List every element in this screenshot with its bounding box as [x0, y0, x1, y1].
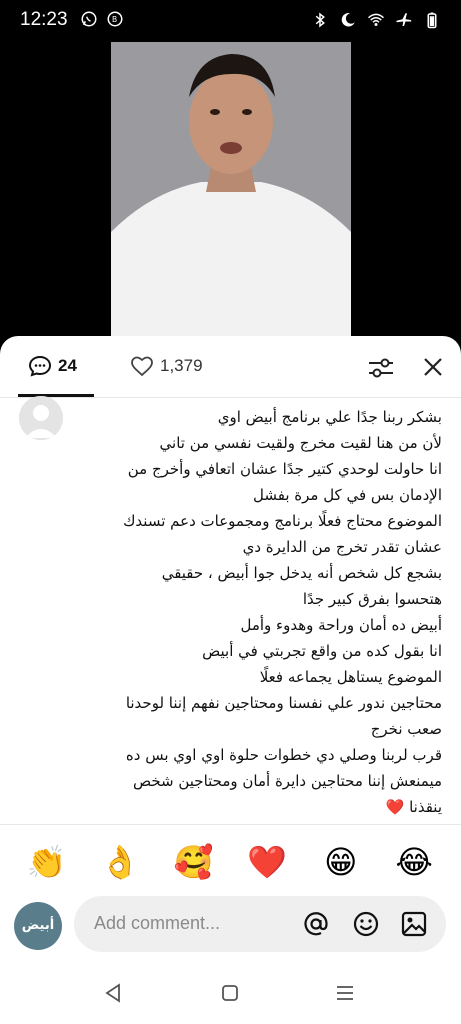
commenter-avatar[interactable] [19, 396, 63, 440]
comment-line: انا حاولت لوحدي كتير جدًا عشان اتعافي وأ… [127, 460, 442, 478]
do-not-disturb-icon [341, 13, 355, 27]
recents-icon[interactable] [334, 982, 356, 1004]
tab-comments[interactable]: 24 [28, 354, 77, 378]
comment-line: ينقذنا ❤️ [385, 798, 442, 816]
comment-line: أبيض ده أمان وراحة وهدوء وأمل [240, 616, 442, 634]
comment-line: الإدمان بس في كل مرة بفشل [252, 486, 442, 504]
comment-line: محتاجين ندور علي نفسنا ومحتاجين نفهم إنن… [125, 694, 442, 712]
heart-outline-icon [131, 356, 153, 377]
comment-line: انا بقول كده من واقع تجربتي في أبيض [202, 642, 442, 660]
tab-likes[interactable]: 1,379 [130, 354, 203, 378]
battery-icon [427, 12, 437, 29]
bluetooth-icon [315, 12, 325, 28]
whatsapp-business-icon: B [107, 11, 123, 27]
mention-icon[interactable] [302, 910, 330, 938]
quick-reactions: 👏 👌 🥰 ❤️ 😁 😂 [0, 838, 461, 886]
comment-line: ميمنعش إننا محتاجين دايرة أمان ومحتاجين … [132, 772, 442, 790]
comment-count: 24 [58, 356, 77, 375]
whatsapp-icon [81, 11, 97, 27]
comment-text: بشكر ربنا جدًا علي برنامج أبيض اوي لأن م… [70, 404, 442, 820]
comment-item: بشكر ربنا جدًا علي برنامج أبيض اوي لأن م… [0, 396, 461, 820]
svg-text:B: B [112, 15, 117, 24]
default-avatar-icon [19, 396, 63, 440]
close-icon[interactable] [420, 354, 446, 380]
reaction-tears-of-joy[interactable]: 😂 [390, 838, 438, 886]
reaction-ok-hand[interactable]: 👌 [96, 838, 144, 886]
comment-bubble-icon [28, 355, 52, 377]
status-bar: 12:23 B [0, 0, 461, 42]
comments-sheet: 24 1,379 بشكر ربنا جدًا علي برنامج أبيض … [0, 336, 461, 1024]
reaction-smiling-hearts[interactable]: 🥰 [170, 838, 218, 886]
reaction-grinning[interactable]: 😁 [317, 838, 365, 886]
airplane-icon [396, 13, 412, 26]
comment-line: بشجع كل شخص أنه يدخل جوا أبيض ، حقيقي [161, 564, 442, 582]
my-avatar[interactable]: أبيض [14, 902, 62, 950]
comment-input-placeholder[interactable]: Add comment... [94, 913, 220, 934]
status-time: 12:23 [20, 9, 68, 30]
video-frame[interactable] [111, 42, 351, 342]
comment-line: صعب نخرج [370, 720, 442, 738]
image-icon[interactable] [400, 910, 428, 938]
comment-line: عشان تقدر تخرج من الدايرة دي [242, 538, 442, 556]
comment-line: هتحسوا بفرق كبير جدًا [302, 590, 442, 608]
filter-icon[interactable] [366, 354, 396, 382]
reaction-red-heart[interactable]: ❤️ [243, 838, 291, 886]
like-count: 1,379 [160, 356, 203, 375]
comment-line: الموضوع يستاهل يجماعه فعلًا [259, 668, 442, 686]
home-icon[interactable] [219, 982, 241, 1004]
comments-header: 24 1,379 [0, 336, 461, 398]
comment-line: قرب لربنا وصلي دي خطوات حلوة اوي اوي بس … [125, 746, 442, 764]
wifi-icon [367, 13, 385, 26]
comment-line: الموضوع محتاج فعلًا برنامج ومجموعات دعم … [123, 512, 442, 530]
comment-line: لأن من هنا لقيت مخرج ولقيت نفسي من تاني [159, 434, 442, 452]
comment-line: بشكر ربنا جدًا علي برنامج أبيض اوي [217, 408, 442, 426]
reactions-divider [0, 824, 461, 825]
video-player[interactable] [0, 42, 461, 342]
back-icon[interactable] [102, 982, 124, 1004]
system-nav-bar [0, 966, 461, 1024]
reaction-clapping-hands[interactable]: 👏 [23, 838, 71, 886]
video-person-image [111, 42, 351, 342]
comment-composer: أبيض Add comment... [0, 896, 461, 956]
emoji-icon[interactable] [352, 910, 380, 938]
